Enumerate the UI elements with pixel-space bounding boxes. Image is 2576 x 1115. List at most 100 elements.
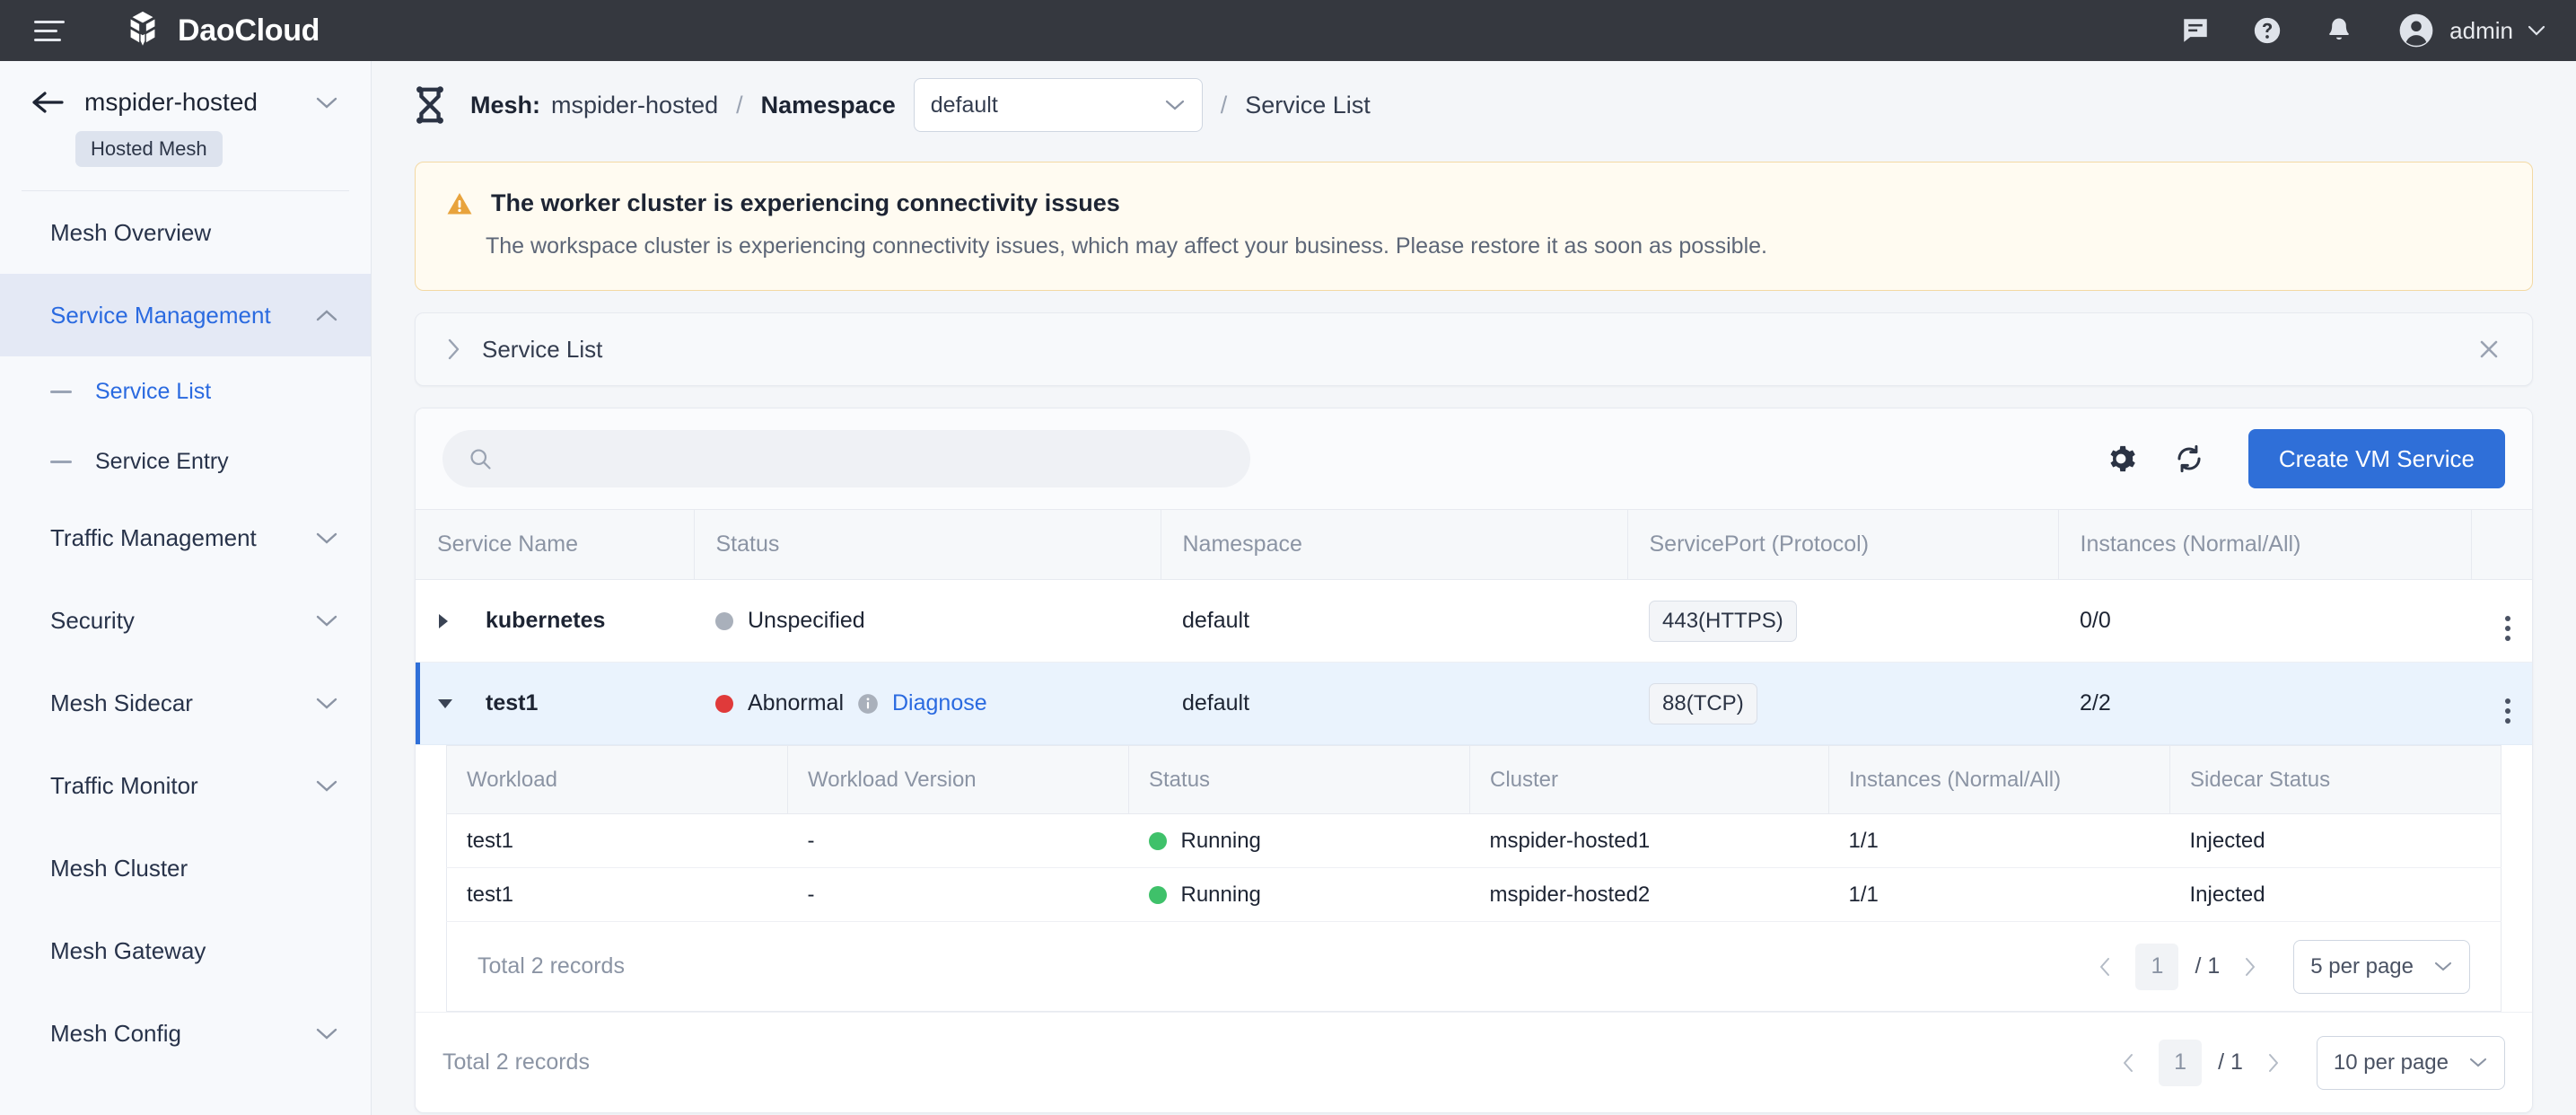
top-bar-actions: admin (2178, 12, 2545, 49)
create-vm-service-button[interactable]: Create VM Service (2248, 429, 2505, 488)
nested-table-row[interactable]: test1 - Running mspider-hosted2 1/1 Inje… (447, 868, 2502, 922)
breadcrumb-namespace-label: Namespace (761, 92, 896, 119)
ncol-cluster: Cluster (1470, 746, 1829, 814)
sidebar-item-mesh-cluster[interactable]: Mesh Cluster (0, 827, 371, 909)
page-input[interactable]: 1 (2135, 944, 2178, 990)
row-menu-icon[interactable] (2505, 698, 2510, 724)
sidebar-item-label: Mesh Overview (50, 219, 211, 247)
workload-table: Workload Workload Version Status Cluster… (446, 745, 2502, 922)
user-menu[interactable]: admin (2397, 12, 2545, 49)
col-serviceport[interactable]: ServicePort (Protocol) (1627, 510, 2058, 580)
ncell-sidecar: Injected (2170, 868, 2502, 922)
page-input[interactable]: 1 (2159, 1040, 2202, 1086)
table-pagination: Total 2 records 1 / 1 10 per page (416, 1012, 2532, 1112)
page-size-select[interactable]: 10 per page (2317, 1036, 2505, 1090)
col-status[interactable]: Status (694, 510, 1161, 580)
nested-table-row[interactable]: test1 - Running mspider-hosted1 1/1 Inje… (447, 814, 2502, 868)
chevron-down-icon[interactable] (315, 96, 338, 110)
service-table: Service Name Status Namespace ServicePor… (416, 509, 2532, 745)
sidebar-item-label: Traffic Management (50, 524, 257, 552)
service-list-panel: Service List (415, 312, 2533, 386)
diagnose-link[interactable]: Diagnose (892, 690, 987, 716)
chevron-down-icon (315, 1027, 338, 1040)
sidebar-item-mesh-sidecar[interactable]: Mesh Sidecar (0, 662, 371, 744)
cell-service-name: kubernetes (416, 580, 694, 663)
namespace-select-value: default (931, 92, 998, 119)
chevron-up-icon (315, 309, 338, 322)
ncol-workload: Workload (447, 746, 788, 814)
message-icon[interactable] (2178, 13, 2212, 48)
cell-namespace: default (1161, 580, 1627, 663)
mesh-name: mspider-hosted (84, 88, 258, 117)
dash-icon (50, 461, 72, 463)
sidebar-item-mesh-config[interactable]: Mesh Config (0, 992, 371, 1075)
ncol-instances: Instances (Normal/All) (1829, 746, 2170, 814)
ncell-workload: test1 (447, 814, 788, 868)
expand-row-icon[interactable] (437, 613, 468, 629)
ncell-cluster: mspider-hosted2 (1470, 868, 1829, 922)
refresh-icon[interactable] (2171, 441, 2207, 477)
namespace-select[interactable]: default (914, 78, 1203, 132)
sidebar-item-label: Mesh Sidecar (50, 689, 193, 717)
service-table-card: Create VM Service Service Name Status Na… (415, 408, 2533, 1113)
cell-status: Unspecified (694, 580, 1161, 663)
mesh-type-badge: Hosted Mesh (75, 131, 223, 167)
brand-logo[interactable]: DaoCloud (122, 10, 320, 51)
sidebar-item-traffic-monitor[interactable]: Traffic Monitor (0, 744, 371, 827)
page-size-select[interactable]: 5 per page (2293, 940, 2470, 994)
warning-alert: The worker cluster is experiencing conne… (415, 162, 2533, 291)
avatar (2397, 12, 2435, 49)
sidebar-item-service-entry[interactable]: Service Entry (0, 426, 371, 496)
col-service-name[interactable]: Service Name (416, 510, 694, 580)
chevron-right-icon[interactable] (446, 338, 460, 361)
status-label: Unspecified (748, 608, 865, 634)
collapse-row-icon[interactable] (437, 698, 468, 710)
info-icon[interactable] (856, 692, 880, 716)
gear-icon[interactable] (2103, 441, 2139, 477)
cell-namespace: default (1161, 663, 1627, 745)
close-icon[interactable] (2476, 337, 2502, 362)
sidebar-item-service-management[interactable]: Service Management (0, 274, 371, 356)
next-page-button[interactable] (2254, 1043, 2293, 1083)
status-label: Running (1181, 829, 1261, 854)
sidebar-item-mesh-gateway[interactable]: Mesh Gateway (0, 909, 371, 992)
breadcrumb-separator: / (736, 92, 743, 119)
col-namespace[interactable]: Namespace (1161, 510, 1627, 580)
bell-icon[interactable] (2322, 13, 2356, 48)
top-bar: DaoCloud admin (0, 0, 2576, 61)
alert-title-row: The worker cluster is experiencing conne… (446, 189, 2502, 217)
chevron-down-icon (2433, 961, 2453, 972)
port-badge: 88(TCP) (1649, 683, 1757, 724)
sidebar-subitem-label: Service List (95, 379, 211, 405)
sidebar-item-traffic-management[interactable]: Traffic Management (0, 496, 371, 579)
sidebar-item-security[interactable]: Security (0, 579, 371, 662)
cell-serviceport: 88(TCP) (1627, 663, 2058, 745)
back-arrow-icon[interactable] (31, 89, 65, 116)
cell-serviceport: 443(HTTPS) (1627, 580, 2058, 663)
prev-page-button[interactable] (2108, 1043, 2148, 1083)
search-input[interactable] (507, 446, 1225, 472)
table-row[interactable]: kubernetes Unspecified default 443(HTTPS… (416, 580, 2532, 663)
breadcrumb-mesh-value[interactable]: mspider-hosted (551, 92, 718, 119)
prev-page-button[interactable] (2085, 947, 2125, 987)
ncell-status: Running (1129, 868, 1470, 922)
warning-icon (446, 191, 473, 216)
row-menu-icon[interactable] (2505, 616, 2510, 641)
sidebar-item-mesh-overview[interactable]: Mesh Overview (0, 191, 371, 274)
hamburger-icon[interactable] (34, 17, 68, 44)
table-row[interactable]: test1 Abnormal Diagnose (416, 663, 2532, 745)
status-label: Running (1181, 882, 1261, 908)
help-icon[interactable] (2250, 13, 2284, 48)
status-dot (1149, 886, 1167, 904)
ncell-workload: test1 (447, 868, 788, 922)
col-instances[interactable]: Instances (Normal/All) (2058, 510, 2471, 580)
cell-actions (2471, 580, 2532, 663)
panel-title: Service List (482, 336, 602, 364)
toolbar-actions: Create VM Service (2103, 429, 2505, 488)
search-box[interactable] (442, 430, 1250, 487)
next-page-button[interactable] (2230, 947, 2270, 987)
ncell-version: - (788, 814, 1129, 868)
status-label: Abnormal (748, 690, 844, 716)
port-badge: 443(HTTPS) (1649, 601, 1797, 642)
sidebar-item-service-list[interactable]: Service List (0, 356, 371, 426)
